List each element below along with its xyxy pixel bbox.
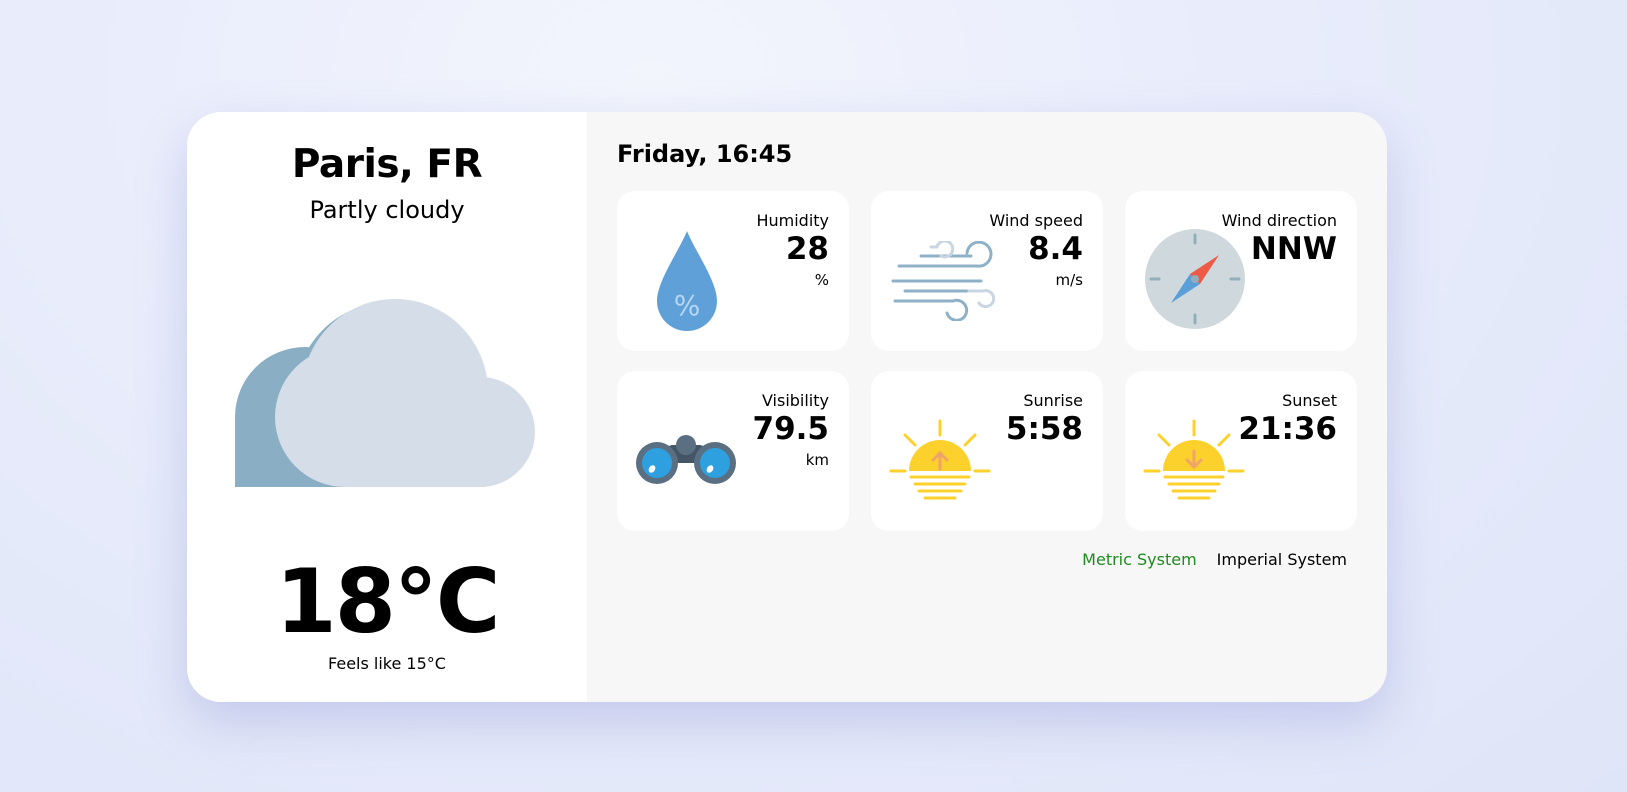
wind-speed-unit: m/s — [1055, 271, 1083, 289]
wind-icon — [891, 239, 996, 325]
humidity-tile: % Humidity 28 % — [617, 191, 849, 351]
unit-switch: Metric System Imperial System — [1082, 550, 1347, 569]
wind-speed-value: 8.4 — [1028, 231, 1083, 267]
imperial-system-button[interactable]: Imperial System — [1217, 550, 1347, 569]
metrics-grid: % Humidity 28 % Wind speed 8.4 m/s Wind … — [617, 191, 1357, 531]
wind-direction-label: Wind direction — [1221, 211, 1337, 230]
humidity-value: 28 — [785, 231, 829, 267]
visibility-label: Visibility — [761, 391, 829, 410]
city-name: Paris, FR — [291, 142, 483, 187]
temperature-value: 18°C — [275, 550, 500, 653]
visibility-tile: Visibility 79.5 km — [617, 371, 849, 531]
sunrise-icon — [889, 417, 991, 505]
sunrise-value: 5:58 — [1005, 411, 1083, 447]
weather-card: Paris, FR Partly cloudy 18°C Feels like … — [187, 112, 1387, 702]
metric-system-button[interactable]: Metric System — [1082, 550, 1197, 569]
current-weather-panel: Paris, FR Partly cloudy 18°C Feels like … — [187, 112, 587, 702]
partly-cloudy-icon — [235, 292, 535, 497]
sunset-icon — [1143, 417, 1245, 505]
binoculars-icon — [635, 433, 737, 489]
compass-icon — [1145, 229, 1245, 333]
details-panel: Friday, 16:45 % Humidity 28 % Wind speed… — [587, 112, 1387, 702]
wind-direction-tile: Wind direction NNW — [1125, 191, 1357, 351]
wind-speed-label: Wind speed — [989, 211, 1083, 230]
sunset-tile: Sunset 21:36 — [1125, 371, 1357, 531]
wind-speed-tile: Wind speed 8.4 m/s — [871, 191, 1103, 351]
feels-like: Feels like 15°C — [328, 654, 446, 673]
visibility-value: 79.5 — [752, 411, 830, 447]
wind-direction-value: NNW — [1250, 231, 1337, 267]
svg-text:%: % — [674, 289, 701, 322]
sunrise-label: Sunrise — [1023, 391, 1083, 410]
sunset-value: 21:36 — [1238, 411, 1337, 447]
humidity-label: Humidity — [756, 211, 829, 230]
visibility-unit: km — [805, 451, 829, 469]
weather-condition: Partly cloudy — [309, 196, 465, 224]
humidity-drop-icon: % — [655, 229, 719, 337]
date-time: Friday, 16:45 — [617, 140, 793, 168]
sunset-label: Sunset — [1282, 391, 1337, 410]
humidity-unit: % — [814, 271, 829, 289]
sunrise-tile: Sunrise 5:58 — [871, 371, 1103, 531]
